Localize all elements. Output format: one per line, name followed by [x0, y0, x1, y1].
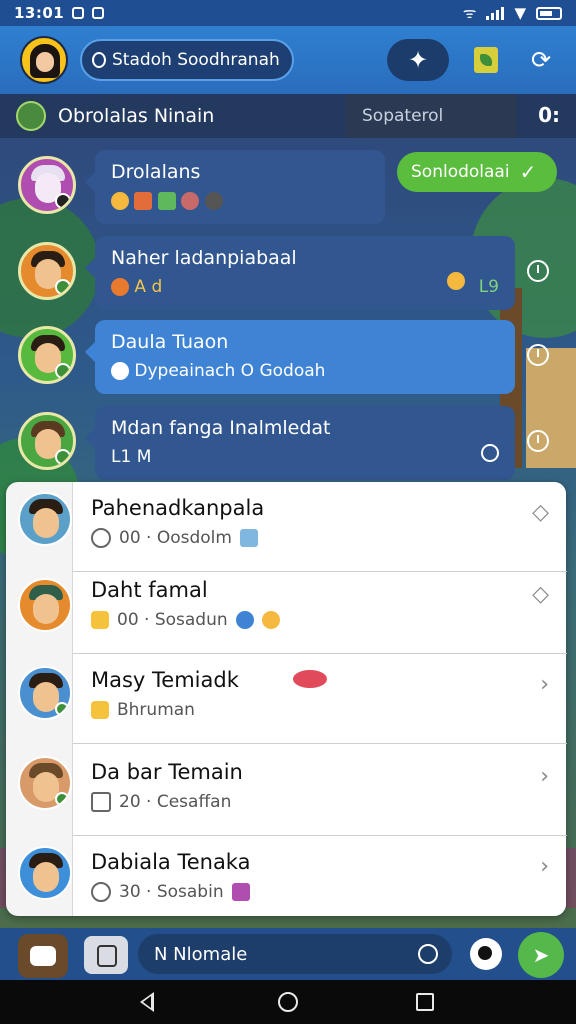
contact-name: Daht famal — [91, 578, 208, 602]
avatar[interactable] — [18, 666, 72, 720]
face-icon — [447, 272, 465, 290]
share-button[interactable]: ✦ — [387, 39, 449, 81]
signal-icon — [486, 6, 505, 20]
contact-name: Da bar Temain — [91, 760, 243, 784]
avatar — [18, 412, 76, 470]
chat-row[interactable]: Daula Tuaon Dypeainach O Godoah — [0, 320, 576, 396]
heart-icon — [111, 278, 129, 296]
chat-sub: L1 M — [111, 447, 152, 467]
notification-icon — [72, 7, 85, 19]
recents-icon[interactable] — [416, 993, 434, 1011]
contact-name: Pahenadkanpala — [91, 496, 265, 520]
timer-icon[interactable] — [527, 430, 549, 452]
share-icon: ✦ — [407, 46, 429, 74]
contact-meta: Bhruman — [91, 700, 195, 720]
home-icon[interactable] — [278, 992, 298, 1012]
chevron-right-icon[interactable]: › — [540, 854, 549, 879]
wifi-icon: ▼ — [514, 4, 526, 22]
attach-button[interactable] — [84, 936, 128, 974]
list-item[interactable]: Dabiala Tenaka 30 · Sosabin › — [73, 836, 567, 926]
battery-icon — [536, 6, 562, 20]
profile-avatar[interactable] — [20, 36, 68, 84]
camera-icon[interactable] — [418, 944, 438, 964]
contacts-list: Pahenadkanpala 00 · Oosdolm ◇ Daht famal… — [72, 482, 567, 916]
avatar[interactable] — [18, 578, 72, 632]
contact-meta: 30 · Sosabin — [91, 882, 250, 902]
check-icon: ✓ — [519, 160, 537, 184]
chevron-right-icon[interactable]: ◇ — [532, 582, 549, 607]
chevron-right-icon[interactable]: ◇ — [532, 500, 549, 525]
contact-name: Masy Temiadk — [91, 668, 239, 692]
group-avatar[interactable] — [16, 101, 46, 131]
reaction-icon[interactable] — [481, 444, 499, 462]
search-text: Stadoh Soodhranah — [112, 50, 280, 70]
chat-bubble[interactable]: Daula Tuaon Dypeainach O Godoah — [85, 320, 515, 394]
contact-meta: 00 · Oosdolm — [91, 528, 258, 548]
smile-icon — [111, 362, 129, 380]
face-icon — [91, 611, 109, 629]
subheader-stat: 0: — [538, 103, 560, 127]
emoji-button[interactable] — [470, 938, 502, 970]
chat-bubble[interactable]: Mdan fanga Inalmledat L1 M — [85, 406, 515, 480]
status-tag[interactable]: Sonlodolaai ✓ — [397, 152, 557, 192]
chat-name: Daula Tuaon — [111, 331, 229, 353]
status-tag-label: Sonlodolaai — [411, 162, 510, 182]
chevron-right-icon[interactable]: › — [540, 764, 549, 789]
message-composer: N Nlomale ➤ — [0, 928, 576, 980]
contact-meta: 00 · Sosadun — [91, 610, 280, 630]
search-icon — [92, 52, 106, 68]
sticker-button[interactable] — [18, 934, 68, 978]
chat-row[interactable]: Mdan fanga Inalmledat L1 M — [0, 406, 576, 482]
avatar — [18, 242, 76, 300]
send-icon: ➤ — [532, 943, 550, 967]
chat-name: Mdan fanga Inalmledat — [111, 417, 331, 439]
subheader-field[interactable]: Sopaterol — [346, 94, 516, 138]
message-input[interactable]: N Nlomale — [138, 934, 452, 974]
chat-extra: L9 — [478, 277, 499, 297]
avatar[interactable] — [18, 756, 72, 810]
chat-bubble[interactable]: Drolalans — [85, 150, 385, 224]
chat-subheader: Obrolalas Ninain Sopaterol 0: — [0, 94, 576, 138]
avatar[interactable] — [18, 492, 72, 546]
chat-sub: Dypeainach O Godoah — [111, 358, 499, 384]
clock-icon — [91, 528, 111, 548]
app-notification-icon — [92, 7, 105, 19]
status-bar: 13:01 ᯤ ▼ — [0, 0, 576, 26]
chat-sub: A d L9 — [111, 272, 499, 300]
contact-meta: 20 · Cesaffan — [91, 792, 231, 812]
list-item[interactable]: Da bar Temain 20 · Cesaffan › — [73, 746, 567, 836]
compass-icon[interactable] — [527, 344, 549, 366]
vibrate-icon: ᯤ — [462, 4, 477, 22]
group-title: Obrolalas Ninain — [58, 105, 215, 127]
clock-icon[interactable] — [527, 260, 549, 282]
refresh-button[interactable]: ⟳ — [526, 39, 556, 81]
send-button[interactable]: ➤ — [518, 932, 564, 978]
edit-icon — [91, 792, 111, 812]
chevron-right-icon[interactable]: › — [540, 672, 549, 697]
chat-row[interactable]: Naher ladanpiabaal A d L9 — [0, 236, 576, 312]
status-time: 13:01 — [14, 4, 65, 22]
system-nav-bar — [0, 980, 576, 1024]
heart-icon — [293, 670, 327, 688]
home-icon — [91, 701, 109, 719]
back-icon[interactable] — [140, 992, 154, 1012]
chat-bubble[interactable]: Naher ladanpiabaal A d L9 — [85, 236, 515, 310]
list-item[interactable]: Pahenadkanpala 00 · Oosdolm ◇ — [73, 482, 567, 572]
notes-button[interactable] — [474, 47, 498, 73]
chat-name: Drolalans — [111, 161, 201, 183]
app-header: Stadoh Soodhranah ✦ ⟳ — [0, 26, 576, 94]
contact-name: Dabiala Tenaka — [91, 850, 251, 874]
list-item[interactable]: Daht famal 00 · Sosadun ◇ — [73, 564, 567, 654]
clock-icon — [91, 882, 111, 902]
chat-emoji-row — [111, 188, 369, 214]
list-item[interactable]: Masy Temiadk Bhruman › — [73, 654, 567, 744]
refresh-icon: ⟳ — [530, 46, 552, 74]
avatar — [18, 156, 76, 214]
search-bar[interactable]: Stadoh Soodhranah — [80, 39, 294, 81]
avatar — [18, 326, 76, 384]
chat-name: Naher ladanpiabaal — [111, 247, 297, 269]
avatar[interactable] — [18, 846, 72, 900]
